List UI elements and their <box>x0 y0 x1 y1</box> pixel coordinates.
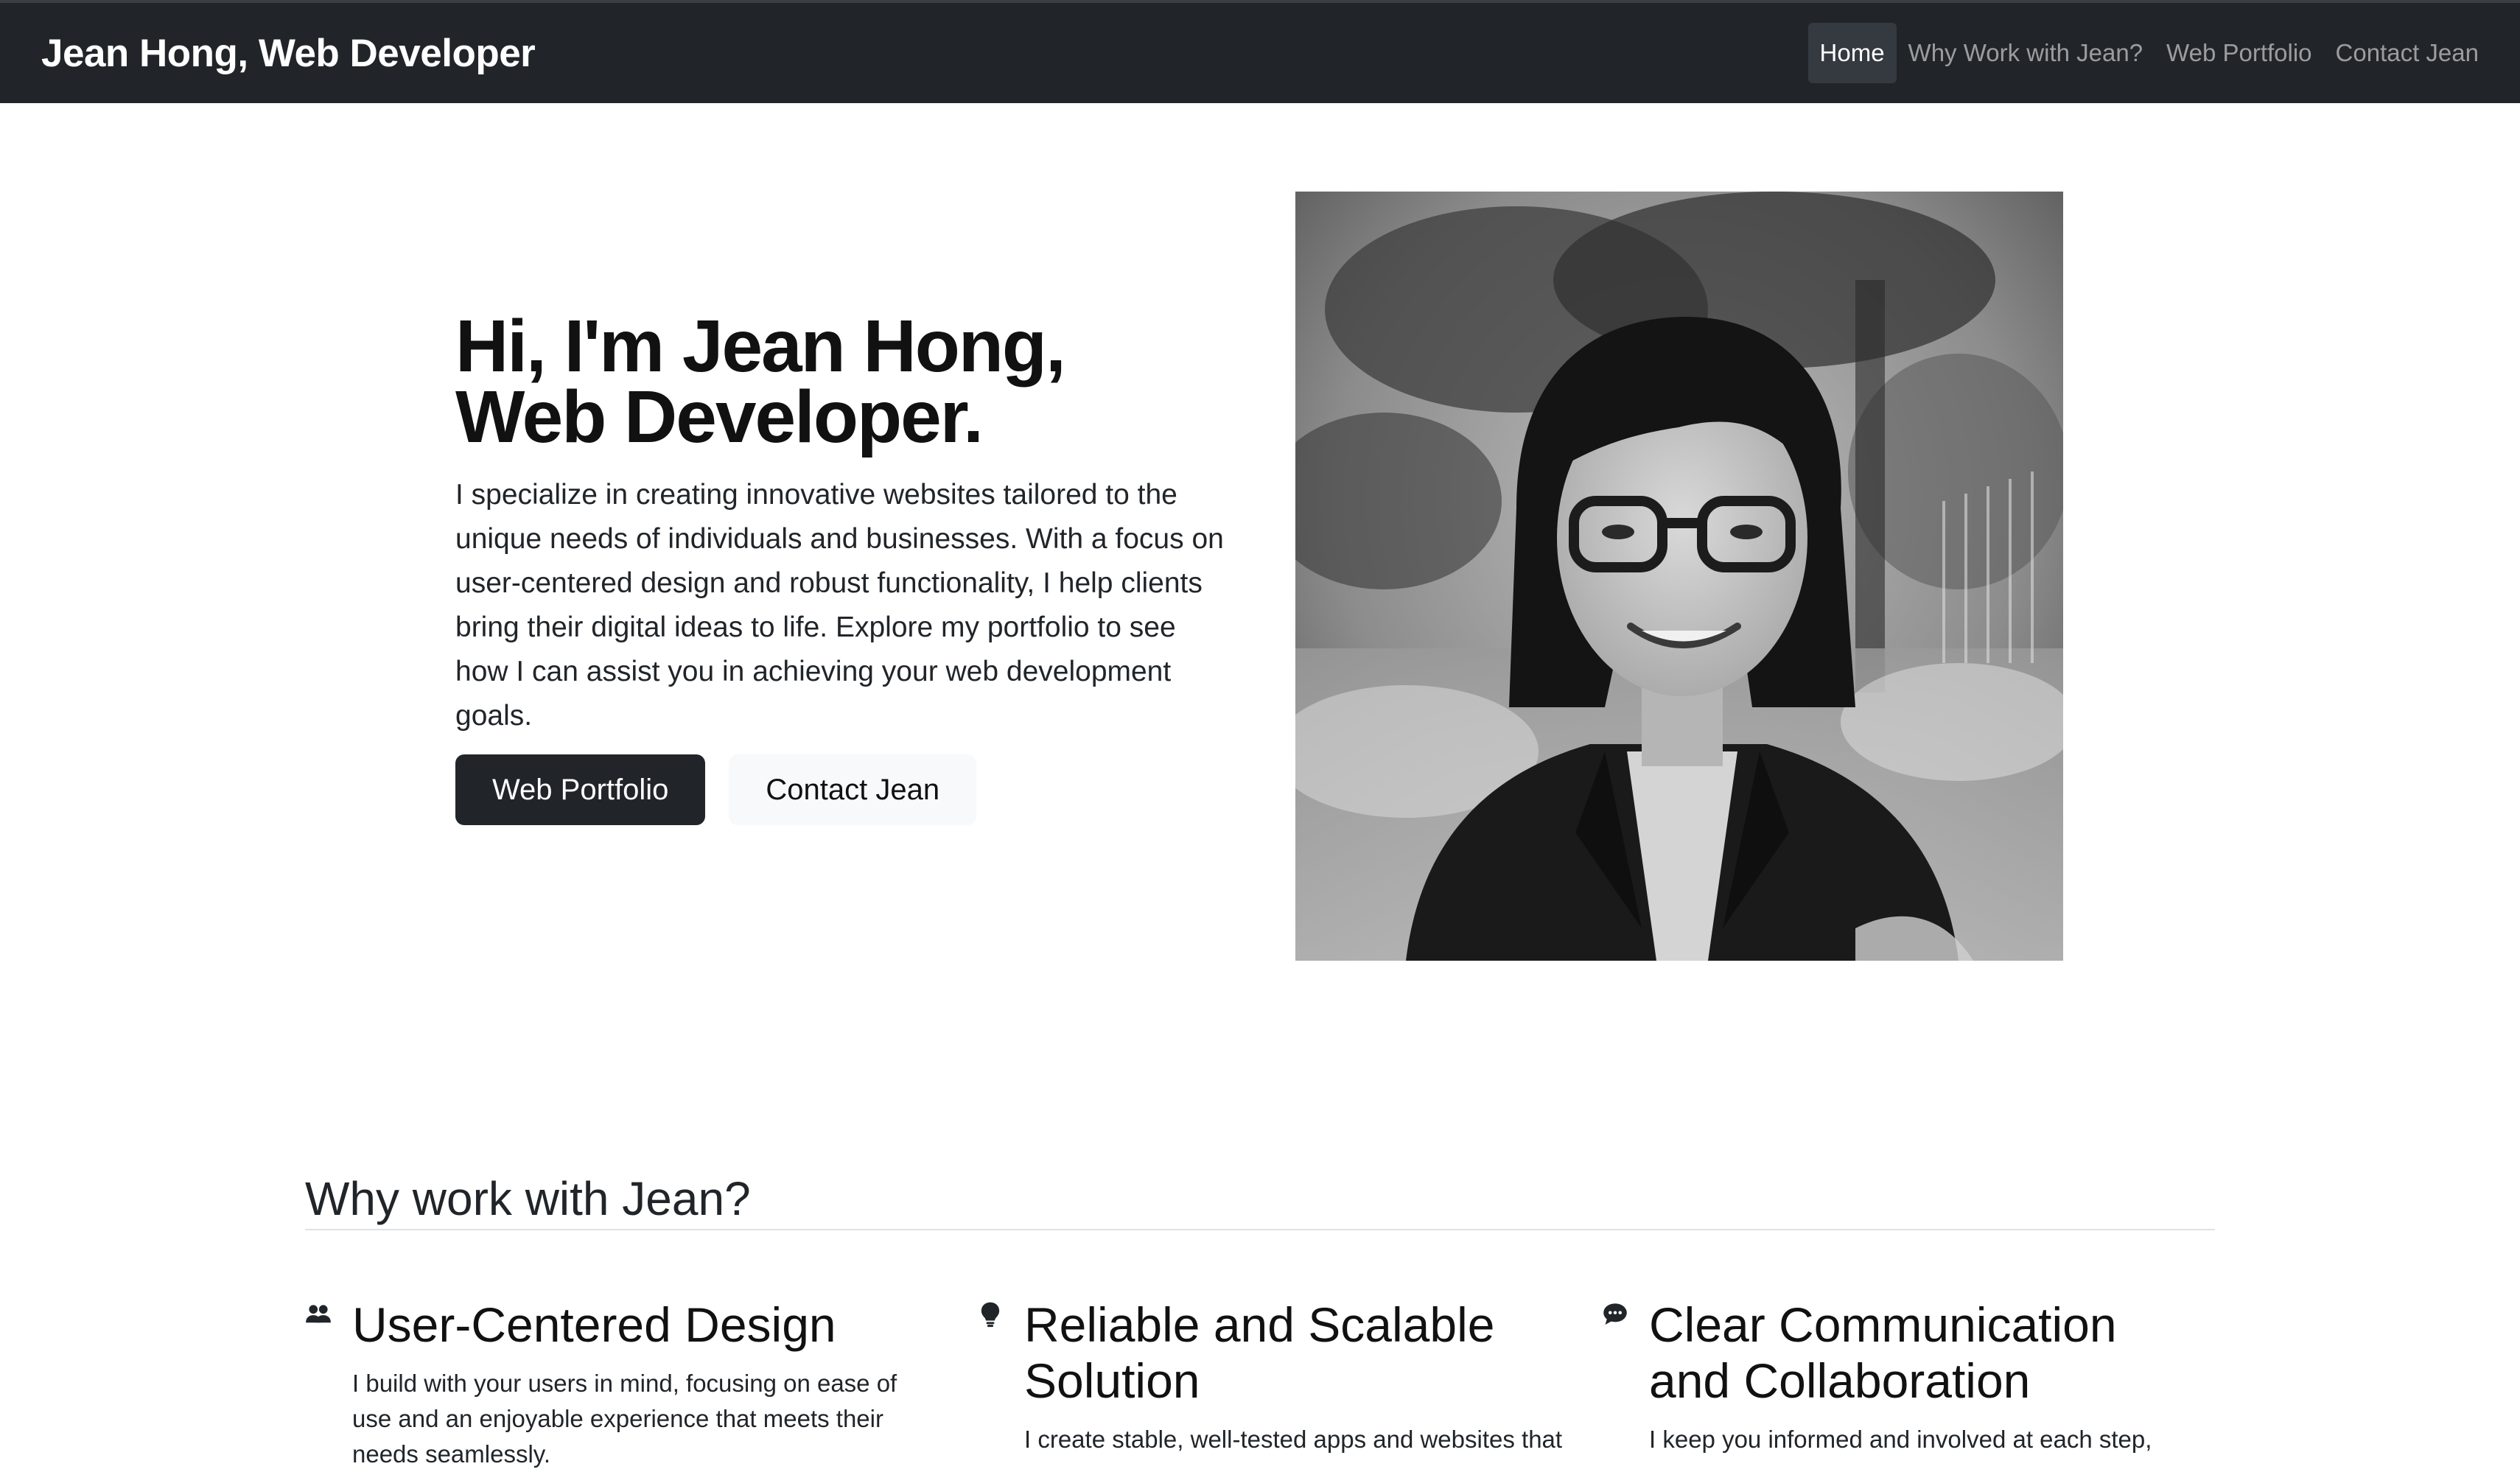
section-divider <box>305 1229 2215 1230</box>
profile-photo <box>1295 192 2063 961</box>
nav-item-home[interactable]: Home <box>1807 23 1897 83</box>
feature-description: I build with your users in mind, focusin… <box>352 1370 897 1468</box>
web-portfolio-button[interactable]: Web Portfolio <box>455 754 706 825</box>
hero-section: Hi, I'm Jean Hong, Web Developer. I spec… <box>455 309 1236 825</box>
hero-description: I specialize in creating innovative webs… <box>455 479 1224 732</box>
top-navbar: Jean Hong, Web Developer Home Why Work w… <box>0 0 2520 103</box>
lightbulb-icon <box>977 1301 1007 1331</box>
people-icon <box>305 1301 335 1331</box>
nav-item-web-portfolio[interactable]: Web Portfolio <box>2155 23 2323 83</box>
brand-title[interactable]: Jean Hong, Web Developer <box>41 31 536 76</box>
feature-reliable-scalable: Reliable and Scalable Solution I create … <box>977 1297 1581 1457</box>
feature-user-centered: User-Centered Design I build with your u… <box>305 1297 909 1472</box>
feature-description: I keep you informed and involved at each… <box>1649 1426 2152 1453</box>
hero-title: Hi, I'm Jean Hong, Web Developer. <box>455 309 1236 454</box>
feature-description: I create stable, well-tested apps and we… <box>1024 1426 1563 1453</box>
nav-links: Home Why Work with Jean? Web Portfolio C… <box>1807 3 2491 103</box>
contact-jean-button[interactable]: Contact Jean <box>729 754 977 825</box>
hero-title-line-2: Web Developer. <box>455 376 984 458</box>
why-work-heading: Why work with Jean? <box>305 1172 751 1225</box>
hero-buttons: Web Portfolio Contact Jean <box>455 754 1236 825</box>
feature-title: Reliable and Scalable Solution <box>1024 1297 1495 1408</box>
chat-icon <box>1602 1301 1631 1331</box>
nav-item-why-work[interactable]: Why Work with Jean? <box>1897 23 2155 83</box>
feature-title: User-Centered Design <box>352 1297 836 1352</box>
nav-item-contact[interactable]: Contact Jean <box>2324 23 2491 83</box>
feature-title: Clear Communication and Collaboration <box>1649 1297 2117 1408</box>
feature-clear-communication: Clear Communication and Collaboration I … <box>1602 1297 2206 1457</box>
